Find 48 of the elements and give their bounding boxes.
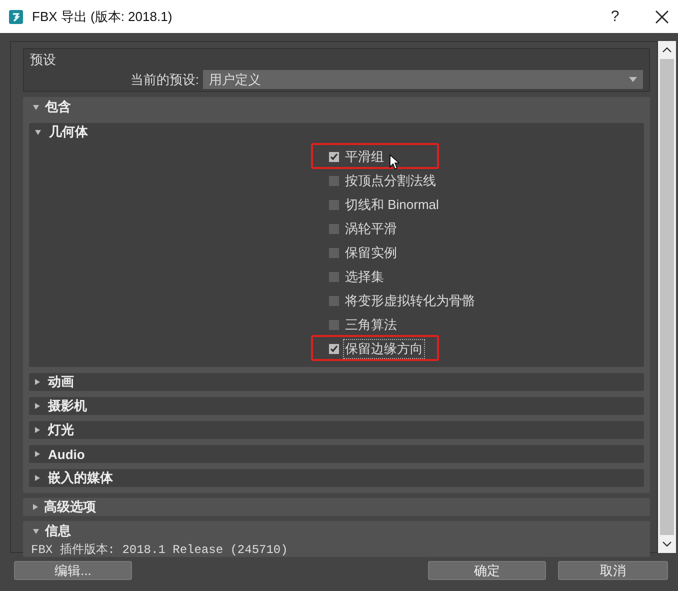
checkbox[interactable] <box>329 224 339 234</box>
section-title: 信息 <box>45 522 71 540</box>
subsection-title: Audio <box>48 446 85 462</box>
option-label: 按顶点分割法线 <box>344 172 437 190</box>
window-title: FBX 导出 (版本: 2018.1) <box>32 8 174 26</box>
scroll-down-icon[interactable] <box>662 541 672 547</box>
option-label: 选择集 <box>344 268 385 286</box>
checkbox[interactable] <box>329 176 339 186</box>
section-header[interactable]: 包含 <box>29 97 644 117</box>
dialog-button[interactable]: 编辑... <box>14 560 132 580</box>
cursor-icon <box>389 154 399 170</box>
help-button[interactable]: ? <box>595 8 635 25</box>
option-label: 保留边缘方向 <box>343 339 425 359</box>
dialog-button[interactable]: 确定 <box>428 560 546 580</box>
subsection-title: 摄影机 <box>48 397 87 415</box>
subsection-title: 灯光 <box>48 421 74 439</box>
subsection-header[interactable]: 嵌入的媒体 <box>29 469 644 487</box>
checkbox[interactable] <box>329 320 339 330</box>
dialog-button[interactable]: 取消 <box>558 560 668 580</box>
subsection-header[interactable]: 灯光 <box>29 421 644 439</box>
checkbox[interactable] <box>329 152 339 162</box>
subsection-title: 嵌入的媒体 <box>48 469 113 487</box>
checkbox[interactable] <box>329 272 339 282</box>
close-icon[interactable] <box>655 10 669 24</box>
checkbox[interactable] <box>329 200 339 210</box>
app-icon <box>8 8 24 24</box>
subsection-title: 动画 <box>48 373 74 391</box>
subsection-header[interactable]: 动画 <box>29 373 644 391</box>
option-label: 将变形虚拟转化为骨骼 <box>344 292 476 310</box>
checkbox[interactable] <box>329 344 339 354</box>
option-label: 保留实例 <box>344 244 398 262</box>
subsection-title: 几何体 <box>49 123 88 141</box>
preset-dropdown[interactable]: 用户定义 <box>203 70 643 89</box>
checkbox[interactable] <box>329 248 339 258</box>
scroll-up-icon[interactable] <box>662 47 672 53</box>
version-text: FBX 插件版本: 2018.1 Release (245710) <box>30 542 289 558</box>
option-label: 平滑组 <box>344 148 385 166</box>
group-title: 预设 <box>30 52 56 67</box>
option-label: 三角算法 <box>344 316 398 334</box>
subsection-header[interactable]: Audio <box>29 445 644 463</box>
checkbox[interactable] <box>329 296 339 306</box>
section-header[interactable]: 高级选项 <box>23 498 650 516</box>
subsection-header[interactable]: 摄影机 <box>29 397 644 415</box>
option-label: 切线和 Binormal <box>344 196 440 214</box>
dropdown-caret-icon <box>629 77 637 82</box>
scrollbar[interactable] <box>658 41 676 553</box>
preset-label: 当前的预设: <box>130 70 199 88</box>
option-label: 涡轮平滑 <box>344 220 398 238</box>
